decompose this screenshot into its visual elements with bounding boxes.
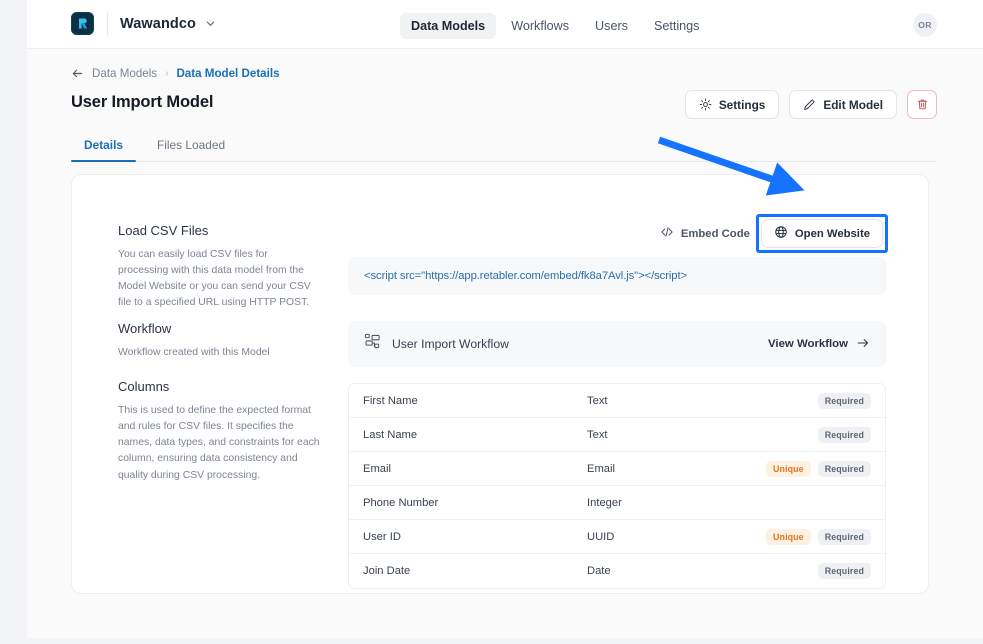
column-type: Integer: [587, 497, 871, 509]
open-website-button[interactable]: Open Website: [761, 219, 883, 248]
trash-icon: [916, 98, 929, 111]
load-csv-section: Load CSV Files You can easily load CSV f…: [118, 223, 318, 312]
column-name: First Name: [363, 395, 587, 407]
breadcrumb-parent[interactable]: Data Models: [92, 67, 157, 80]
embed-code-button[interactable]: Embed Code: [658, 220, 752, 248]
embed-code-snippet[interactable]: <script src="https://app.retabler.com/em…: [348, 257, 886, 295]
nav-item-workflows[interactable]: Workflows: [500, 13, 580, 39]
delete-model-button[interactable]: [907, 90, 937, 119]
brand-divider: [107, 13, 108, 35]
browser-window: Wawandco Data Models Workflows Users Set…: [27, 0, 983, 638]
page-action-buttons: Settings Edit Model: [685, 90, 937, 119]
status-badge: Required: [818, 529, 871, 545]
workflow-description: Workflow created with this Model: [118, 345, 318, 361]
embed-code-label: Embed Code: [681, 228, 750, 240]
settings-button[interactable]: Settings: [685, 90, 780, 119]
table-row[interactable]: Phone NumberInteger: [349, 486, 885, 520]
view-workflow-link[interactable]: View Workflow: [768, 336, 870, 353]
globe-icon: [774, 225, 788, 242]
code-icon: [660, 225, 674, 242]
status-badge: Unique: [766, 461, 811, 477]
open-website-label: Open Website: [795, 228, 870, 240]
open-website-highlight: Open Website: [761, 219, 883, 248]
pencil-icon: [803, 98, 816, 111]
brand-switcher[interactable]: Wawandco: [71, 12, 216, 35]
table-row[interactable]: Last NameTextRequired: [349, 418, 885, 452]
column-badges: Unique Required: [766, 529, 871, 545]
breadcrumb-separator: ›: [165, 68, 168, 79]
columns-section: Columns This is used to define the expec…: [118, 379, 328, 484]
table-row[interactable]: First NameTextRequired: [349, 384, 885, 418]
workflow-item[interactable]: User Import Workflow View Workflow: [348, 321, 886, 367]
load-csv-title: Load CSV Files: [118, 223, 318, 238]
column-type: UUID: [587, 531, 766, 543]
columns-description: This is used to define the expected form…: [118, 403, 328, 484]
status-badge: Required: [818, 393, 871, 409]
edit-model-button-label: Edit Model: [823, 98, 883, 112]
table-row[interactable]: EmailEmailUniqueRequired: [349, 452, 885, 486]
gear-icon: [699, 98, 712, 111]
workflow-nodes-icon: [364, 333, 381, 355]
detail-tabs: Details Files Loaded: [71, 129, 937, 162]
column-name: Join Date: [363, 565, 587, 577]
column-type: Text: [587, 395, 818, 407]
arrow-right-icon: [856, 336, 870, 353]
table-row[interactable]: Join DateDateRequired: [349, 554, 885, 588]
column-badges: Required: [818, 427, 871, 443]
avatar[interactable]: OR: [913, 13, 937, 37]
view-workflow-label: View Workflow: [768, 338, 848, 350]
column-name: Phone Number: [363, 497, 587, 509]
columns-title: Columns: [118, 379, 328, 394]
workflow-section: Workflow Workflow created with this Mode…: [118, 321, 318, 361]
nav-item-users[interactable]: Users: [584, 13, 639, 39]
main-navigation: Data Models Workflows Users Settings: [400, 13, 710, 39]
column-type: Email: [587, 463, 766, 475]
workflow-item-name: User Import Workflow: [392, 337, 509, 351]
column-name: User ID: [363, 531, 587, 543]
status-badge: Required: [818, 427, 871, 443]
status-badge: Unique: [766, 529, 811, 545]
column-badges: Required: [818, 393, 871, 409]
columns-table: First NameTextRequiredLast NameTextRequi…: [348, 383, 886, 589]
column-badges: Required: [818, 563, 871, 579]
tab-details[interactable]: Details: [71, 138, 136, 161]
settings-button-label: Settings: [719, 98, 766, 112]
screenshot-root: Wawandco Data Models Workflows Users Set…: [0, 0, 983, 644]
column-name: Email: [363, 463, 587, 475]
table-row[interactable]: User IDUUIDUnique Required: [349, 520, 885, 554]
page-content: Data Models › Data Model Details User Im…: [27, 49, 983, 638]
page-title: User Import Model: [71, 93, 213, 112]
brand-name: Wawandco: [120, 16, 196, 32]
status-badge: Required: [818, 461, 871, 477]
column-type: Date: [587, 565, 818, 577]
status-badge: Required: [818, 563, 871, 579]
nav-item-data-models[interactable]: Data Models: [400, 13, 496, 39]
breadcrumb-current: Data Model Details: [176, 67, 279, 80]
tab-files-loaded[interactable]: Files Loaded: [144, 138, 238, 161]
column-badges: Unique Required: [766, 461, 871, 477]
app-header: Wawandco Data Models Workflows Users Set…: [27, 0, 983, 49]
details-card: Load CSV Files You can easily load CSV f…: [71, 174, 929, 594]
nav-item-settings[interactable]: Settings: [643, 13, 711, 39]
load-csv-description: You can easily load CSV files for proces…: [118, 247, 318, 312]
retabler-logo-icon: [71, 12, 94, 35]
workflow-title: Workflow: [118, 321, 318, 336]
column-name: Last Name: [363, 429, 587, 441]
chevron-down-icon[interactable]: [205, 18, 216, 29]
edit-model-button[interactable]: Edit Model: [789, 90, 897, 119]
column-type: Text: [587, 429, 818, 441]
arrow-left-icon[interactable]: [71, 67, 84, 80]
breadcrumb: Data Models › Data Model Details: [71, 67, 280, 80]
embed-actions: Embed Code Open Website: [658, 219, 883, 248]
